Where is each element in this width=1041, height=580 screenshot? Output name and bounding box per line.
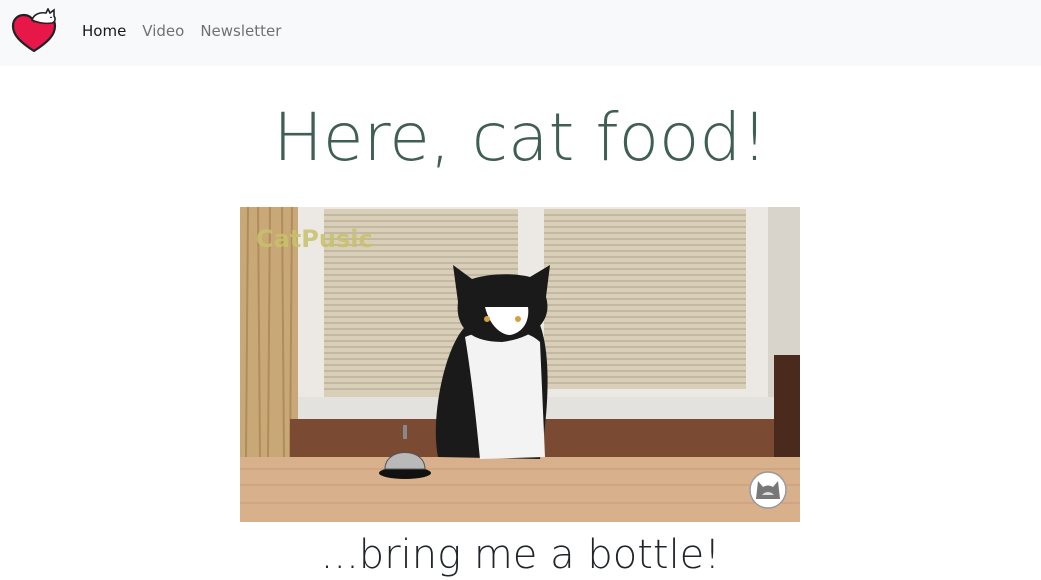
video-player[interactable]: CatPusic — [240, 207, 800, 522]
video-watermark: CatPusic — [256, 225, 373, 253]
channel-cat-avatar-icon[interactable] — [749, 471, 787, 509]
nav-links: Home Video Newsletter — [82, 20, 281, 42]
heart-cat-logo-icon[interactable] — [10, 7, 58, 56]
nav-link-newsletter[interactable]: Newsletter — [200, 20, 281, 42]
page-subtitle: ...bring me a bottle! — [320, 532, 721, 578]
nav-link-video[interactable]: Video — [142, 20, 184, 42]
nav-link-home[interactable]: Home — [82, 20, 126, 42]
video-frame: CatPusic — [240, 207, 800, 522]
page-title: Here, cat food! — [273, 99, 768, 176]
top-navbar: Home Video Newsletter — [0, 0, 1041, 66]
